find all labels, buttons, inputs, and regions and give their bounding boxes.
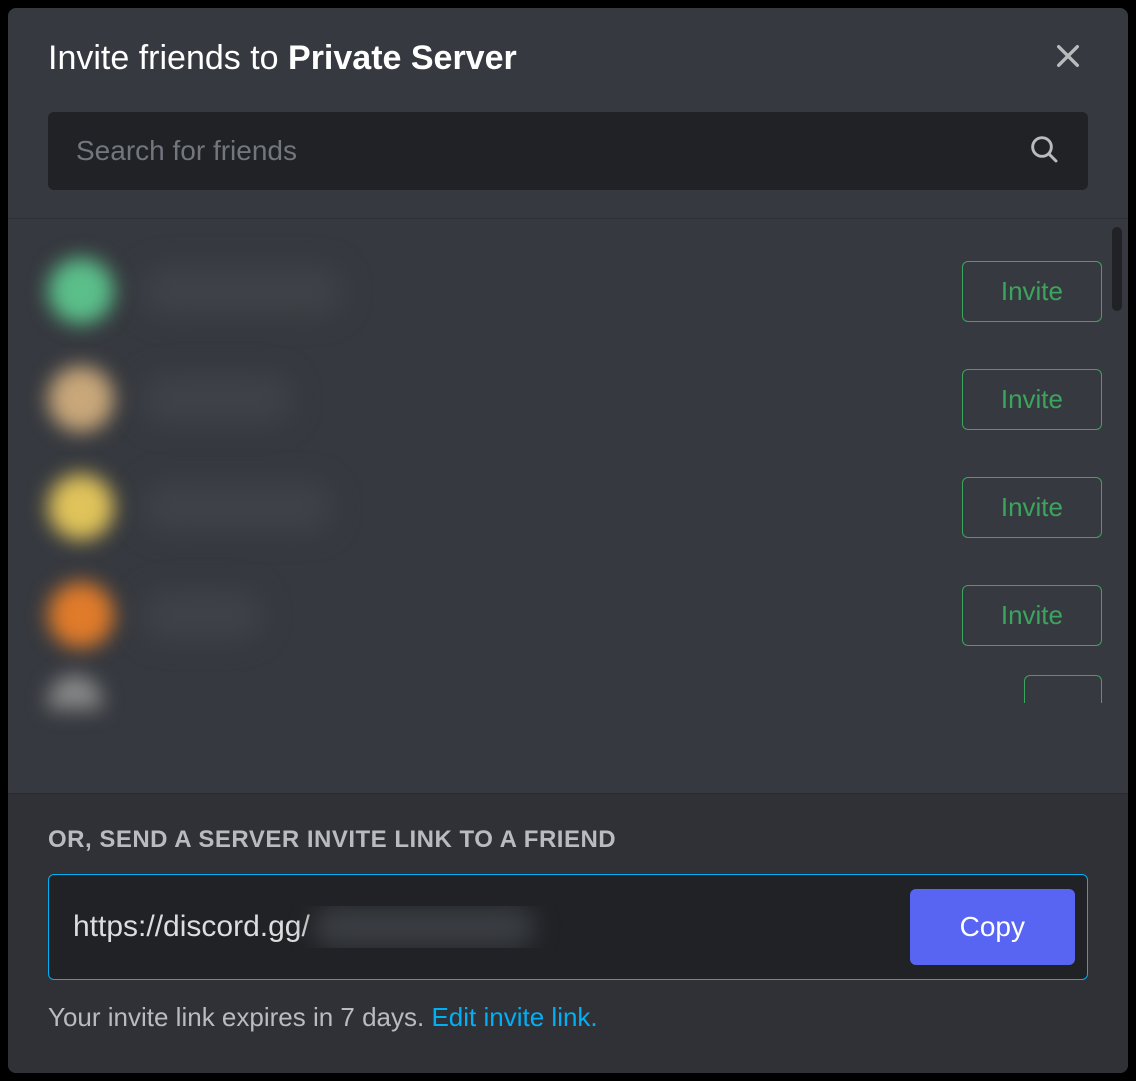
expire-row: Your invite link expires in 7 days. Edit… [48, 1002, 1088, 1033]
avatar [48, 582, 114, 648]
avatar [48, 366, 114, 432]
friend-list[interactable]: Invite Invite Invite Invite [8, 219, 1128, 793]
friend-name-redacted [142, 375, 292, 423]
invite-button[interactable] [1024, 675, 1102, 703]
invite-link-redacted [314, 906, 534, 948]
avatar [48, 258, 114, 324]
friend-row[interactable]: Invite [48, 561, 1102, 669]
friend-row[interactable]: Invite [48, 345, 1102, 453]
copy-button[interactable]: Copy [910, 889, 1075, 965]
edit-invite-link[interactable]: Edit invite link. [431, 1002, 597, 1032]
scrollbar-thumb[interactable] [1112, 227, 1122, 311]
modal-footer: OR, SEND A SERVER INVITE LINK TO A FRIEN… [8, 793, 1128, 1073]
title-prefix: Invite friends to [48, 39, 288, 77]
close-icon [1052, 40, 1084, 77]
search-wrapper [48, 112, 1088, 190]
friend-list-container: Invite Invite Invite Invite [8, 219, 1128, 793]
modal-title: Invite friends to Private Server [48, 36, 1088, 80]
search-input[interactable] [76, 135, 1028, 167]
friend-row[interactable]: Invite [48, 237, 1102, 345]
close-button[interactable] [1046, 36, 1090, 80]
invite-friends-modal: Invite friends to Private Server [8, 8, 1128, 1073]
friend-name-redacted [142, 267, 342, 315]
expire-text: Your invite link expires in 7 days. [48, 1002, 431, 1032]
invite-link-text[interactable]: https://discord.gg/ [73, 906, 910, 948]
friend-row-partial[interactable] [48, 669, 1102, 709]
invite-button[interactable]: Invite [962, 261, 1102, 322]
server-name: Private Server [288, 39, 517, 77]
invite-button[interactable]: Invite [962, 477, 1102, 538]
friend-name-redacted [142, 483, 332, 531]
avatar [48, 675, 102, 709]
invite-button[interactable]: Invite [962, 369, 1102, 430]
footer-label: OR, SEND A SERVER INVITE LINK TO A FRIEN… [48, 826, 1088, 854]
avatar [48, 474, 114, 540]
search-icon [1028, 133, 1060, 170]
friend-row[interactable]: Invite [48, 453, 1102, 561]
invite-link-visible: https://discord.gg/ [73, 910, 310, 944]
friend-name-redacted [142, 591, 262, 639]
invite-button[interactable]: Invite [962, 585, 1102, 646]
invite-link-row: https://discord.gg/ Copy [48, 874, 1088, 980]
modal-header: Invite friends to Private Server [8, 8, 1128, 219]
